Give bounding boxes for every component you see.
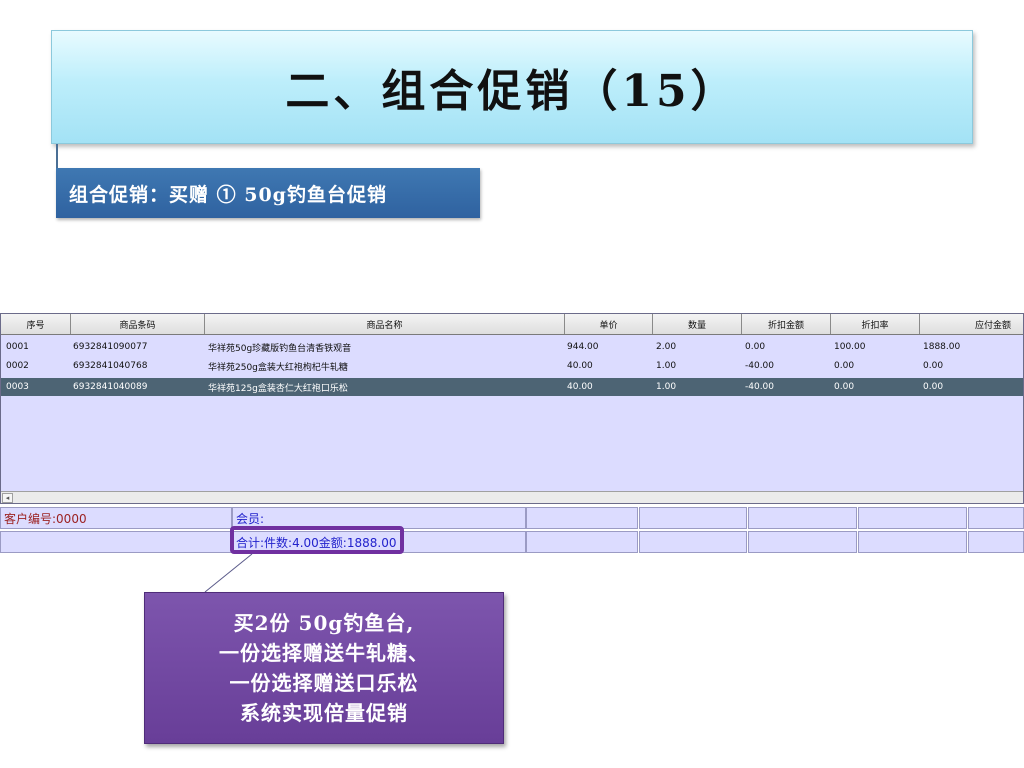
promotion-callout: 买2份 50g钓鱼台, 一份选择赠送牛轧糖、 一份选择赠送口乐松 系统实现倍量促… — [144, 592, 504, 744]
table-row-selected[interactable]: 0003 6932841040089 华祥苑125g盒装杏仁大红袍口乐松 40.… — [1, 378, 1023, 396]
table-row[interactable]: 0002 6932841040768 华祥苑250g盒装大红袍枸杞牛轧糖 40.… — [1, 357, 1023, 375]
cell-barcode: 6932841040768 — [73, 361, 148, 371]
summary-panel: 客户编号:0000 会员: 合计:件数:4.00金额:1888.00 — [0, 505, 1024, 555]
summary-blank-cell — [0, 531, 232, 553]
column-header-amount-due[interactable]: 应付金额 — [920, 314, 1023, 334]
cell-index: 0001 — [6, 342, 29, 352]
column-header-discount-rate[interactable]: 折扣率 — [831, 314, 920, 334]
customer-number-field: 客户编号:0000 — [0, 507, 232, 529]
callout-line: 一份选择赠送口乐松 — [229, 671, 419, 695]
callout-line: 买2份 50g钓鱼台, — [233, 611, 415, 635]
cell-product-name: 华祥苑125g盒装杏仁大红袍口乐松 — [208, 383, 348, 394]
cell-index: 0003 — [6, 382, 29, 392]
scroll-left-icon[interactable]: ◂ — [2, 493, 13, 503]
callout-line: 系统实现倍量促销 — [240, 701, 408, 725]
cell-index: 0002 — [6, 361, 29, 371]
slide-title-banner: 二、组合促销（15） — [51, 30, 973, 144]
column-header-barcode[interactable]: 商品条码 — [71, 314, 205, 334]
cell-amount-due: 1888.00 — [923, 342, 961, 352]
totals-highlight-box — [230, 526, 404, 554]
summary-blank-cell — [748, 531, 857, 553]
cell-barcode: 6932841090077 — [73, 342, 148, 352]
cell-discount-rate: 0.00 — [834, 382, 855, 392]
summary-blank-cell — [858, 531, 967, 553]
cell-amount-due: 0.00 — [923, 382, 944, 392]
cell-quantity: 1.00 — [656, 361, 677, 371]
callout-line: 一份选择赠送牛轧糖、 — [219, 641, 429, 665]
column-header-quantity[interactable]: 数量 — [653, 314, 742, 334]
cell-discount-rate: 0.00 — [834, 361, 855, 371]
cell-barcode: 6932841040089 — [73, 382, 148, 392]
summary-blank-cell — [639, 531, 747, 553]
cell-product-name: 华祥苑250g盒装大红袍枸杞牛轧糖 — [208, 362, 348, 373]
cell-unit-price: 40.00 — [567, 361, 593, 371]
slide-title: 二、组合促销（15） — [285, 66, 739, 117]
cell-amount-due: 0.00 — [923, 361, 944, 371]
cell-quantity: 2.00 — [656, 342, 677, 352]
summary-blank-cell — [968, 531, 1024, 553]
column-header-index[interactable]: 序号 — [1, 314, 71, 334]
cell-discount-rate: 100.00 — [834, 342, 866, 352]
cell-unit-price: 40.00 — [567, 382, 593, 392]
table-row[interactable]: 0001 6932841090077 华祥苑50g珍藏版钓鱼台清香铁观音 944… — [1, 338, 1023, 356]
column-header-unit-price[interactable]: 单价 — [565, 314, 653, 334]
summary-blank-cell — [858, 507, 967, 529]
cell-discount-amount: 0.00 — [745, 342, 766, 352]
column-header-product-name[interactable]: 商品名称 — [205, 314, 565, 334]
slide-subtitle: 组合促销：买赠 ① 50g钓鱼台促销 — [69, 183, 387, 206]
sales-item-grid: 序号 商品条码 商品名称 单价 数量 折扣金额 折扣率 应付金额 0001 69… — [0, 313, 1024, 504]
cell-quantity: 1.00 — [656, 382, 677, 392]
cell-unit-price: 944.00 — [567, 342, 599, 352]
summary-blank-cell — [526, 531, 638, 553]
summary-blank-cell — [968, 507, 1024, 529]
cell-discount-amount: -40.00 — [745, 361, 775, 371]
horizontal-scrollbar[interactable]: ◂ — [1, 491, 1023, 503]
summary-blank-cell — [526, 507, 638, 529]
title-connector-line — [56, 144, 58, 170]
grid-header: 序号 商品条码 商品名称 单价 数量 折扣金额 折扣率 应付金额 — [1, 314, 1023, 335]
summary-blank-cell — [639, 507, 747, 529]
cell-discount-amount: -40.00 — [745, 382, 775, 392]
summary-blank-cell — [748, 507, 857, 529]
slide-subtitle-banner: 组合促销：买赠 ① 50g钓鱼台促销 — [56, 168, 480, 218]
column-header-discount-amount[interactable]: 折扣金额 — [742, 314, 831, 334]
cell-product-name: 华祥苑50g珍藏版钓鱼台清香铁观音 — [208, 343, 352, 354]
